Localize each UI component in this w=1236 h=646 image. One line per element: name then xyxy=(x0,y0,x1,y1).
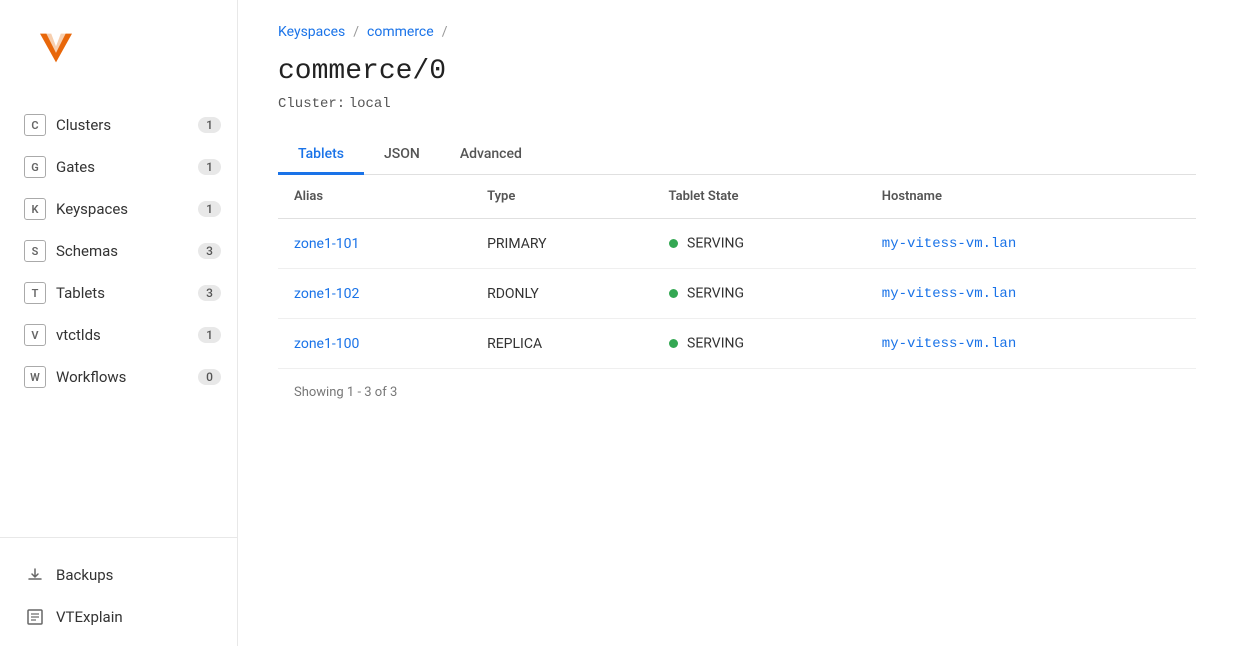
hostname-link-1[interactable]: my-vitess-vm.lan xyxy=(882,236,1016,252)
state-cell-1: SERVING xyxy=(653,219,866,269)
sidebar-item-vtexplain[interactable]: VTExplain xyxy=(0,596,237,638)
col-tablet-state: Tablet State xyxy=(653,175,866,219)
sidebar-item-workflows[interactable]: W Workflows 0 xyxy=(0,356,237,398)
breadcrumb-keyspaces[interactable]: Keyspaces xyxy=(278,24,345,40)
cluster-info: Cluster: local xyxy=(278,95,1196,112)
clusters-badge: 1 xyxy=(198,117,221,133)
showing-count: Showing 1 - 3 of 3 xyxy=(278,369,1196,416)
main-content: Keyspaces / commerce / commerce/0 Cluste… xyxy=(238,0,1236,646)
tablets-label: Tablets xyxy=(56,284,198,302)
cluster-label: Cluster: xyxy=(278,96,345,112)
cluster-value: local xyxy=(349,96,391,112)
hostname-cell-3: my-vitess-vm.lan xyxy=(866,319,1196,369)
hostname-cell-1: my-vitess-vm.lan xyxy=(866,219,1196,269)
gates-badge: 1 xyxy=(198,159,221,175)
tablets-icon: T xyxy=(24,282,46,304)
backups-label: Backups xyxy=(56,566,113,584)
type-cell-3: REPLICA xyxy=(471,319,652,369)
state-cell-3: SERVING xyxy=(653,319,866,369)
keyspaces-label: Keyspaces xyxy=(56,200,198,218)
schemas-icon: S xyxy=(24,240,46,262)
alias-link-2[interactable]: zone1-102 xyxy=(294,286,359,302)
nav-items: C Clusters 1 G Gates 1 K Keyspaces 1 S S… xyxy=(0,96,237,537)
alias-link-3[interactable]: zone1-100 xyxy=(294,336,359,352)
tablets-badge: 3 xyxy=(198,285,221,301)
keyspaces-badge: 1 xyxy=(198,201,221,217)
tab-json[interactable]: JSON xyxy=(364,136,440,175)
alias-cell-1: zone1-101 xyxy=(278,219,471,269)
tabs: Tablets JSON Advanced xyxy=(278,136,1196,175)
schemas-label: Schemas xyxy=(56,242,198,260)
status-text-2: SERVING xyxy=(687,286,744,302)
gates-icon: G xyxy=(24,156,46,178)
vitess-logo xyxy=(32,24,80,72)
clusters-label: Clusters xyxy=(56,116,198,134)
breadcrumb-sep-1: / xyxy=(353,24,359,40)
status-text-3: SERVING xyxy=(687,336,744,352)
sidebar-item-vtctlds[interactable]: V vtctlds 1 xyxy=(0,314,237,356)
backups-icon xyxy=(24,564,46,586)
alias-cell-3: zone1-100 xyxy=(278,319,471,369)
col-hostname: Hostname xyxy=(866,175,1196,219)
schemas-badge: 3 xyxy=(198,243,221,259)
content-area: Keyspaces / commerce / commerce/0 Cluste… xyxy=(238,0,1236,440)
type-cell-1: PRIMARY xyxy=(471,219,652,269)
state-cell-2: SERVING xyxy=(653,269,866,319)
vtexplain-label: VTExplain xyxy=(56,608,123,626)
sidebar: C Clusters 1 G Gates 1 K Keyspaces 1 S S… xyxy=(0,0,238,646)
clusters-icon: C xyxy=(24,114,46,136)
gates-label: Gates xyxy=(56,158,198,176)
status-dot-1 xyxy=(669,239,678,248)
vtctlds-badge: 1 xyxy=(198,327,221,343)
page-title: commerce/0 xyxy=(278,56,1196,87)
tablets-table: Alias Type Tablet State Hostname zone1-1… xyxy=(278,175,1196,369)
breadcrumb-sep-2: / xyxy=(442,24,448,40)
tab-tablets[interactable]: Tablets xyxy=(278,136,364,175)
keyspaces-icon: K xyxy=(24,198,46,220)
col-alias: Alias xyxy=(278,175,471,219)
breadcrumb: Keyspaces / commerce / xyxy=(278,24,1196,40)
status-dot-3 xyxy=(669,339,678,348)
workflows-badge: 0 xyxy=(198,369,221,385)
tab-advanced[interactable]: Advanced xyxy=(440,136,542,175)
breadcrumb-commerce[interactable]: commerce xyxy=(367,24,434,40)
table-row: zone1-100 REPLICA SERVING my-vitess-vm.l… xyxy=(278,319,1196,369)
sidebar-item-gates[interactable]: G Gates 1 xyxy=(0,146,237,188)
hostname-link-2[interactable]: my-vitess-vm.lan xyxy=(882,286,1016,302)
type-cell-2: RDONLY xyxy=(471,269,652,319)
sidebar-bottom: Backups VTExplain xyxy=(0,537,237,646)
workflows-icon: W xyxy=(24,366,46,388)
alias-link-1[interactable]: zone1-101 xyxy=(294,236,359,252)
vtctlds-icon: V xyxy=(24,324,46,346)
sidebar-item-tablets[interactable]: T Tablets 3 xyxy=(0,272,237,314)
status-dot-2 xyxy=(669,289,678,298)
vtctlds-label: vtctlds xyxy=(56,326,198,344)
status-text-1: SERVING xyxy=(687,236,744,252)
logo-area xyxy=(0,0,237,96)
table-row: zone1-102 RDONLY SERVING my-vitess-vm.la… xyxy=(278,269,1196,319)
table-row: zone1-101 PRIMARY SERVING my-vitess-vm.l… xyxy=(278,219,1196,269)
sidebar-item-backups[interactable]: Backups xyxy=(0,554,237,596)
hostname-cell-2: my-vitess-vm.lan xyxy=(866,269,1196,319)
sidebar-item-schemas[interactable]: S Schemas 3 xyxy=(0,230,237,272)
table-header-row: Alias Type Tablet State Hostname xyxy=(278,175,1196,219)
hostname-link-3[interactable]: my-vitess-vm.lan xyxy=(882,336,1016,352)
workflows-label: Workflows xyxy=(56,368,198,386)
col-type: Type xyxy=(471,175,652,219)
alias-cell-2: zone1-102 xyxy=(278,269,471,319)
sidebar-item-clusters[interactable]: C Clusters 1 xyxy=(0,104,237,146)
vtexplain-icon xyxy=(24,606,46,628)
sidebar-item-keyspaces[interactable]: K Keyspaces 1 xyxy=(0,188,237,230)
